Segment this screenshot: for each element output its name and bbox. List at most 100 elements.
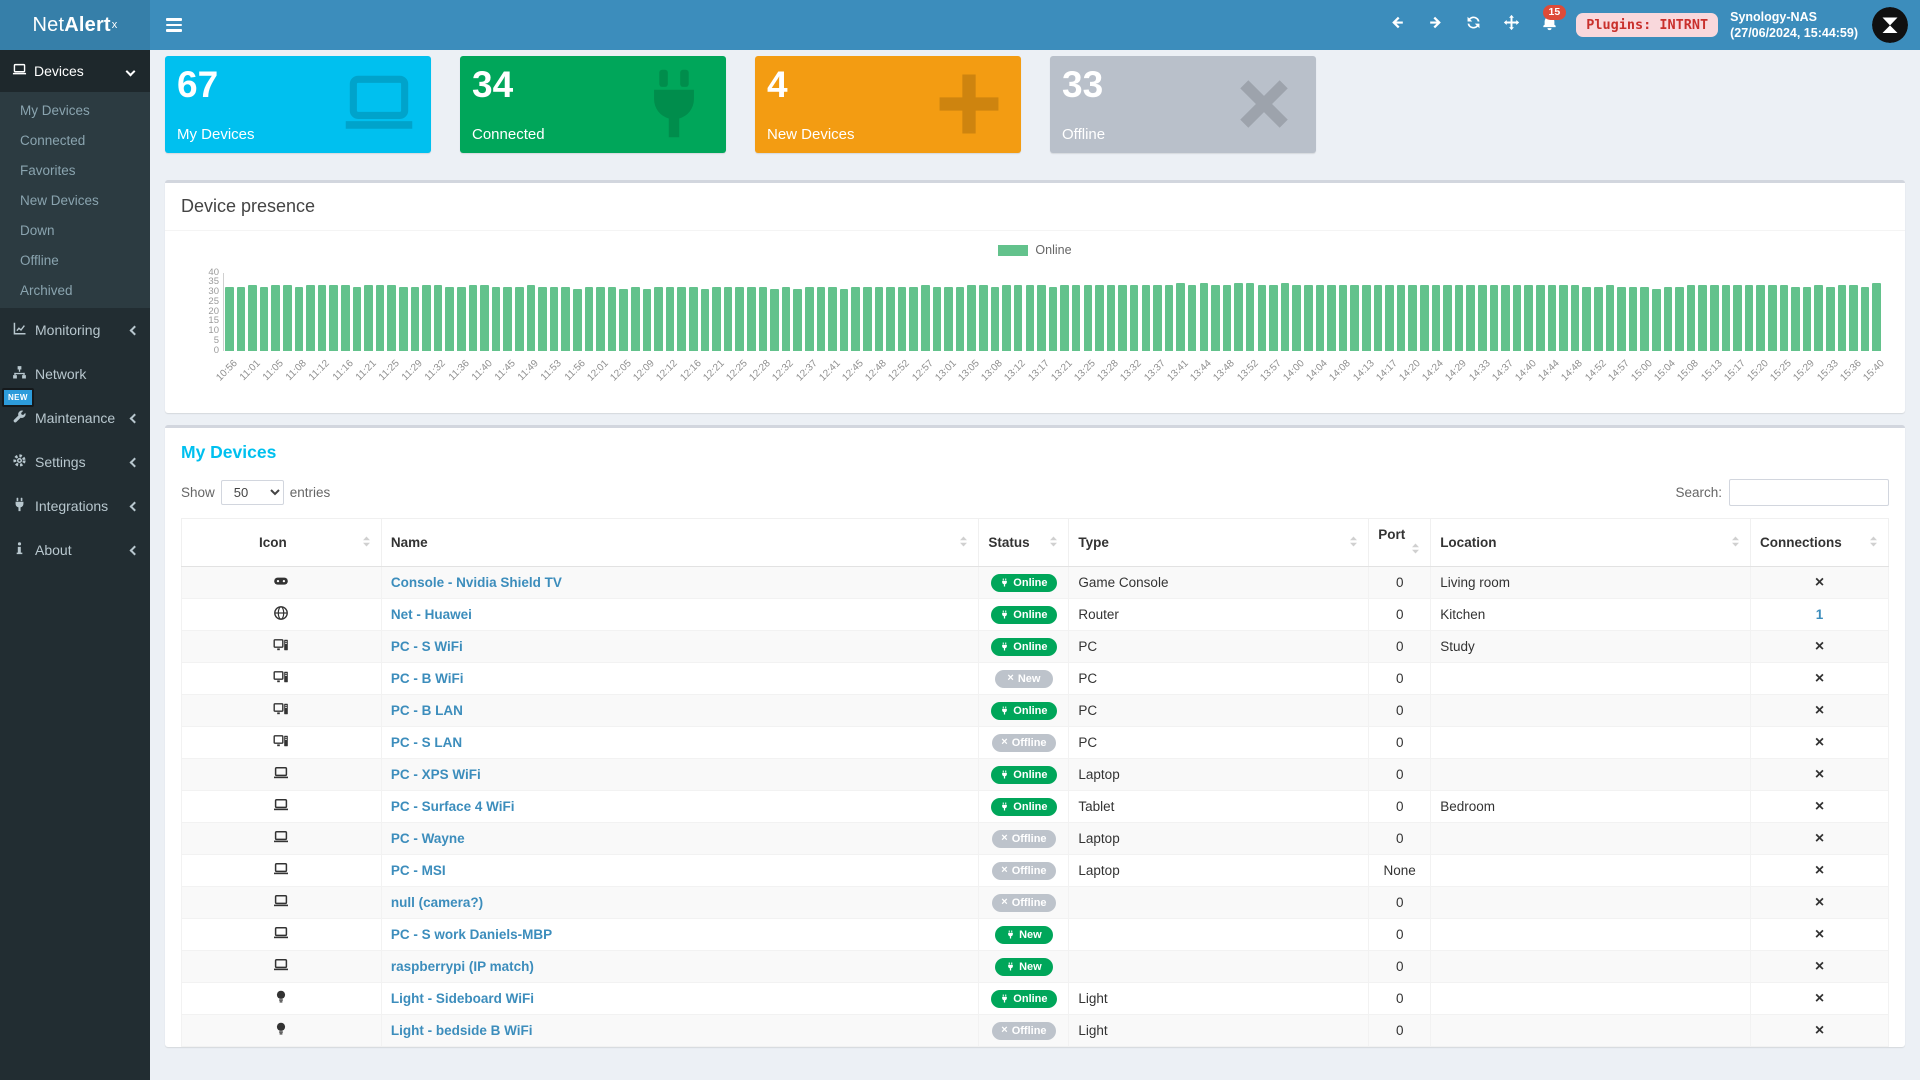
chevron-left-icon	[130, 545, 140, 555]
sidebar-item-about[interactable]: About	[0, 528, 150, 572]
sidebar-subitem-my-devices[interactable]: My Devices	[0, 95, 150, 125]
sidebar-subitem-down[interactable]: Down	[0, 215, 150, 245]
y-tick-label: 30	[208, 287, 219, 297]
delete-connection-button[interactable]: ×	[1815, 766, 1824, 783]
column-header-type[interactable]: Type	[1069, 519, 1369, 567]
forward-button[interactable]	[1416, 0, 1454, 50]
device-name-link[interactable]: raspberrypi (IP match)	[391, 959, 534, 974]
sidebar-subitem-favorites[interactable]: Favorites	[0, 155, 150, 185]
sidebar-item-maintenance[interactable]: NEWMaintenance	[0, 396, 150, 440]
device-name-link[interactable]: Console - Nvidia Shield TV	[391, 575, 562, 590]
presence-bar	[643, 289, 652, 351]
presence-bar	[260, 287, 269, 351]
delete-connection-button[interactable]: ×	[1815, 702, 1824, 719]
column-header-name[interactable]: Name	[381, 519, 979, 567]
summary-card-offline[interactable]: 33Offline	[1050, 56, 1316, 153]
sidebar-item-settings[interactable]: Settings	[0, 440, 150, 484]
back-button[interactable]	[1378, 0, 1416, 50]
device-name-link[interactable]: Net - Huawei	[391, 607, 472, 622]
device-name-link[interactable]: PC - S LAN	[391, 735, 462, 750]
summary-card-new-devices[interactable]: 4New Devices	[755, 56, 1021, 153]
delete-connection-button[interactable]: ×	[1815, 734, 1824, 751]
delete-connection-button[interactable]: ×	[1815, 638, 1824, 655]
sidebar-subitem-archived[interactable]: Archived	[0, 275, 150, 305]
device-type: Router	[1069, 599, 1369, 631]
plugins-status-badge[interactable]: Plugins: INTRNT	[1576, 13, 1718, 37]
sidebar-subitem-new-devices[interactable]: New Devices	[0, 185, 150, 215]
device-port: 0	[1369, 1015, 1431, 1047]
presence-bar	[387, 285, 396, 351]
bar-plot: 0510152025303540	[223, 273, 1883, 351]
device-name-link[interactable]: PC - S work Daniels-MBP	[391, 927, 552, 942]
chart-legend[interactable]: Online	[187, 241, 1883, 259]
device-name-link[interactable]: PC - MSI	[391, 863, 446, 878]
sidebar-toggle-button[interactable]	[150, 0, 198, 50]
sidebar: Devices My DevicesConnectedFavoritesNew …	[0, 50, 150, 1080]
sidebar-subitem-connected[interactable]: Connected	[0, 125, 150, 155]
summary-card-connected[interactable]: 34Connected	[460, 56, 726, 153]
device-location	[1431, 951, 1751, 983]
presence-bar	[735, 287, 744, 351]
status-badge: New	[995, 958, 1053, 976]
presence-bar	[248, 285, 257, 351]
device-type: PC	[1069, 631, 1369, 663]
search-control: Search:	[1675, 479, 1889, 506]
delete-connection-button[interactable]: ×	[1815, 798, 1824, 815]
delete-connection-button[interactable]: ×	[1815, 574, 1824, 591]
device-name-link[interactable]: PC - Wayne	[391, 831, 465, 846]
connections-count-link[interactable]: 1	[1816, 607, 1824, 622]
device-type	[1069, 951, 1369, 983]
delete-connection-button[interactable]: ×	[1815, 830, 1824, 847]
device-location	[1431, 855, 1751, 887]
column-header-connections[interactable]: Connections	[1750, 519, 1888, 567]
status-text: Offline	[1012, 833, 1047, 845]
summary-card-my-devices[interactable]: 67My Devices	[165, 56, 431, 153]
delete-connection-button[interactable]: ×	[1815, 990, 1824, 1007]
delete-connection-button[interactable]: ×	[1815, 926, 1824, 943]
device-name-link[interactable]: PC - B WiFi	[391, 671, 464, 686]
device-location	[1431, 983, 1751, 1015]
device-name-link[interactable]: PC - XPS WiFi	[391, 767, 481, 782]
move-layout-button[interactable]	[1492, 0, 1530, 50]
app-logo[interactable]: NetAlertx	[0, 0, 150, 50]
card-label: New Devices	[767, 126, 855, 143]
legend-swatch	[998, 245, 1028, 256]
presence-bar	[295, 287, 304, 351]
avatar[interactable]	[1872, 7, 1908, 43]
delete-connection-button[interactable]: ×	[1815, 894, 1824, 911]
presence-bar	[631, 287, 640, 351]
sidebar-item-devices[interactable]: Devices	[0, 50, 150, 92]
status-badge: ×New	[995, 670, 1053, 688]
presence-bar	[1490, 285, 1499, 351]
sidebar-subitem-offline[interactable]: Offline	[0, 245, 150, 275]
delete-connection-button[interactable]: ×	[1815, 1022, 1824, 1039]
delete-connection-button[interactable]: ×	[1815, 862, 1824, 879]
device-name-link[interactable]: null (camera?)	[391, 895, 483, 910]
column-header-icon[interactable]: Icon	[182, 519, 382, 567]
notifications-button[interactable]: 15	[1530, 0, 1568, 50]
device-name-link[interactable]: Light - Sideboard WiFi	[391, 991, 534, 1006]
column-header-location[interactable]: Location	[1431, 519, 1751, 567]
sidebar-item-monitoring[interactable]: Monitoring	[0, 308, 150, 352]
page-length-select[interactable]: 50	[221, 480, 284, 505]
presence-bar	[793, 289, 802, 351]
column-header-status[interactable]: Status	[979, 519, 1069, 567]
status-text: Offline	[1012, 897, 1047, 909]
sidebar-item-integrations[interactable]: Integrations	[0, 484, 150, 528]
device-port: 0	[1369, 791, 1431, 823]
delete-connection-button[interactable]: ×	[1815, 670, 1824, 687]
device-name-link[interactable]: PC - S WiFi	[391, 639, 463, 654]
device-name-link[interactable]: Light - bedside B WiFi	[391, 1023, 533, 1038]
device-name-link[interactable]: PC - Surface 4 WiFi	[391, 799, 515, 814]
laptop-icon	[272, 769, 290, 784]
presence-bar	[654, 287, 663, 351]
status-text: Online	[1013, 609, 1047, 621]
device-name-link[interactable]: PC - B LAN	[391, 703, 463, 718]
delete-connection-button[interactable]: ×	[1815, 958, 1824, 975]
status-text: Online	[1013, 577, 1047, 589]
search-input[interactable]	[1729, 479, 1889, 506]
column-header-port[interactable]: Port	[1369, 519, 1431, 567]
refresh-button[interactable]	[1454, 0, 1492, 50]
laptop-icon	[272, 961, 290, 976]
device-location	[1431, 919, 1751, 951]
